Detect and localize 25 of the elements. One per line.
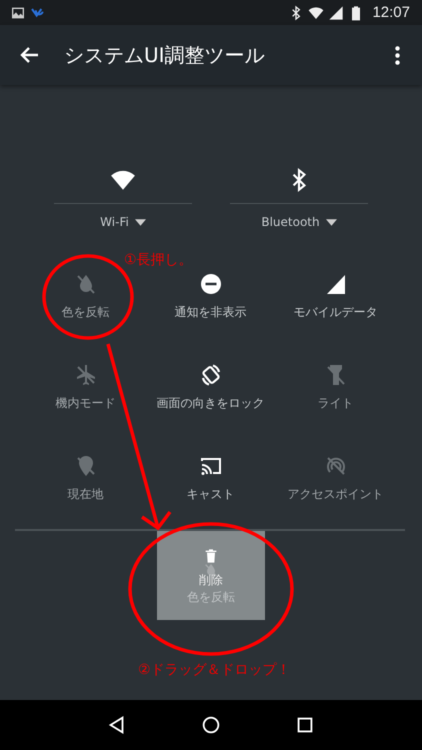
more-options-icon bbox=[395, 46, 400, 64]
image-icon bbox=[10, 4, 26, 20]
dropdown-button[interactable]: Wi-Fi bbox=[97, 212, 149, 232]
caret-icon bbox=[134, 218, 146, 226]
wifi-icon bbox=[308, 4, 324, 20]
annotation-text: ①長押し。 bbox=[124, 251, 193, 269]
quick-settings-tile[interactable]: 現在地 bbox=[23, 454, 148, 529]
quick-settings-tile[interactable]: 色を反転 bbox=[23, 272, 148, 347]
annotation-text: ②ドラッグ＆ドロップ！ bbox=[138, 661, 291, 679]
quick-settings-tile[interactable]: キャスト bbox=[148, 454, 273, 529]
caret-icon bbox=[326, 218, 337, 226]
remove-label: 削除 bbox=[199, 572, 223, 588]
quick-settings-tile[interactable]: モバイルデータ bbox=[273, 272, 398, 347]
clock: 12:07 bbox=[372, 4, 410, 21]
quick-settings-tile[interactable]: アクセスポイント bbox=[273, 454, 398, 529]
quick-settings-tile[interactable]: 機内モード bbox=[23, 363, 148, 438]
dropdown-button[interactable]: Bluetooth bbox=[258, 212, 340, 232]
quick-settings-tile[interactable]: 通知を非表示 bbox=[148, 272, 273, 347]
quick-settings-tile[interactable]: ライト bbox=[273, 363, 398, 438]
tile-label: 色を反転 bbox=[187, 588, 235, 606]
signal-icon bbox=[328, 4, 344, 20]
quick-settings-tile[interactable]: 画面の向きをロック bbox=[148, 363, 273, 438]
screen-title: システムUI調整ツール bbox=[64, 42, 265, 68]
home-icon[interactable] bbox=[200, 714, 222, 736]
do-not-disturb-icon bbox=[198, 272, 222, 296]
